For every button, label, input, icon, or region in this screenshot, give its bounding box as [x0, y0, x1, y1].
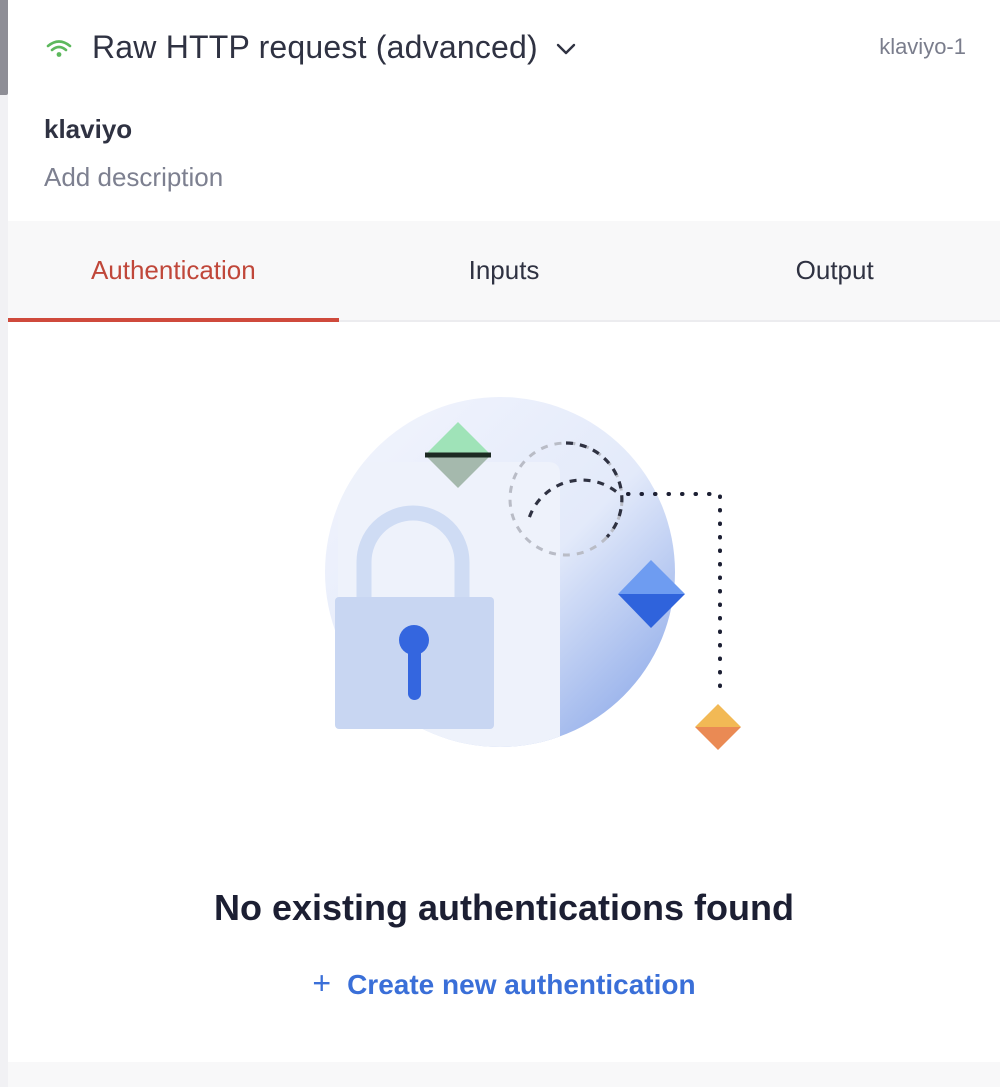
create-authentication-button[interactable]: + Create new authentication [8, 965, 1000, 1002]
chevron-down-icon[interactable] [554, 37, 578, 61]
create-authentication-label: Create new authentication [347, 969, 696, 1000]
plus-icon: + [312, 965, 332, 1001]
tab-bar: Authentication Inputs Output [8, 221, 1000, 322]
tab-authentication[interactable]: Authentication [8, 221, 339, 322]
empty-state-title: No existing authentications found [213, 887, 794, 928]
lock-illustration [308, 382, 768, 752]
panel-footer [8, 1062, 1000, 1087]
wifi-icon [44, 37, 74, 61]
tab-inputs[interactable]: Inputs [339, 221, 670, 320]
authentication-panel: No existing authentications found + Crea… [8, 322, 1000, 1062]
add-description-field[interactable]: Add description [44, 162, 223, 193]
step-header: Raw HTTP request (advanced) klaviyo-1 kl… [8, 0, 1000, 220]
left-panel-edge [0, 0, 8, 1087]
scrollbar-thumb[interactable] [0, 0, 8, 95]
step-title: Raw HTTP request (advanced) [92, 28, 538, 65]
step-title-row[interactable]: Raw HTTP request (advanced) [44, 22, 578, 72]
tab-output[interactable]: Output [669, 221, 1000, 320]
step-id: klaviyo-1 [879, 34, 966, 59]
connector-name: klaviyo [44, 114, 133, 144]
